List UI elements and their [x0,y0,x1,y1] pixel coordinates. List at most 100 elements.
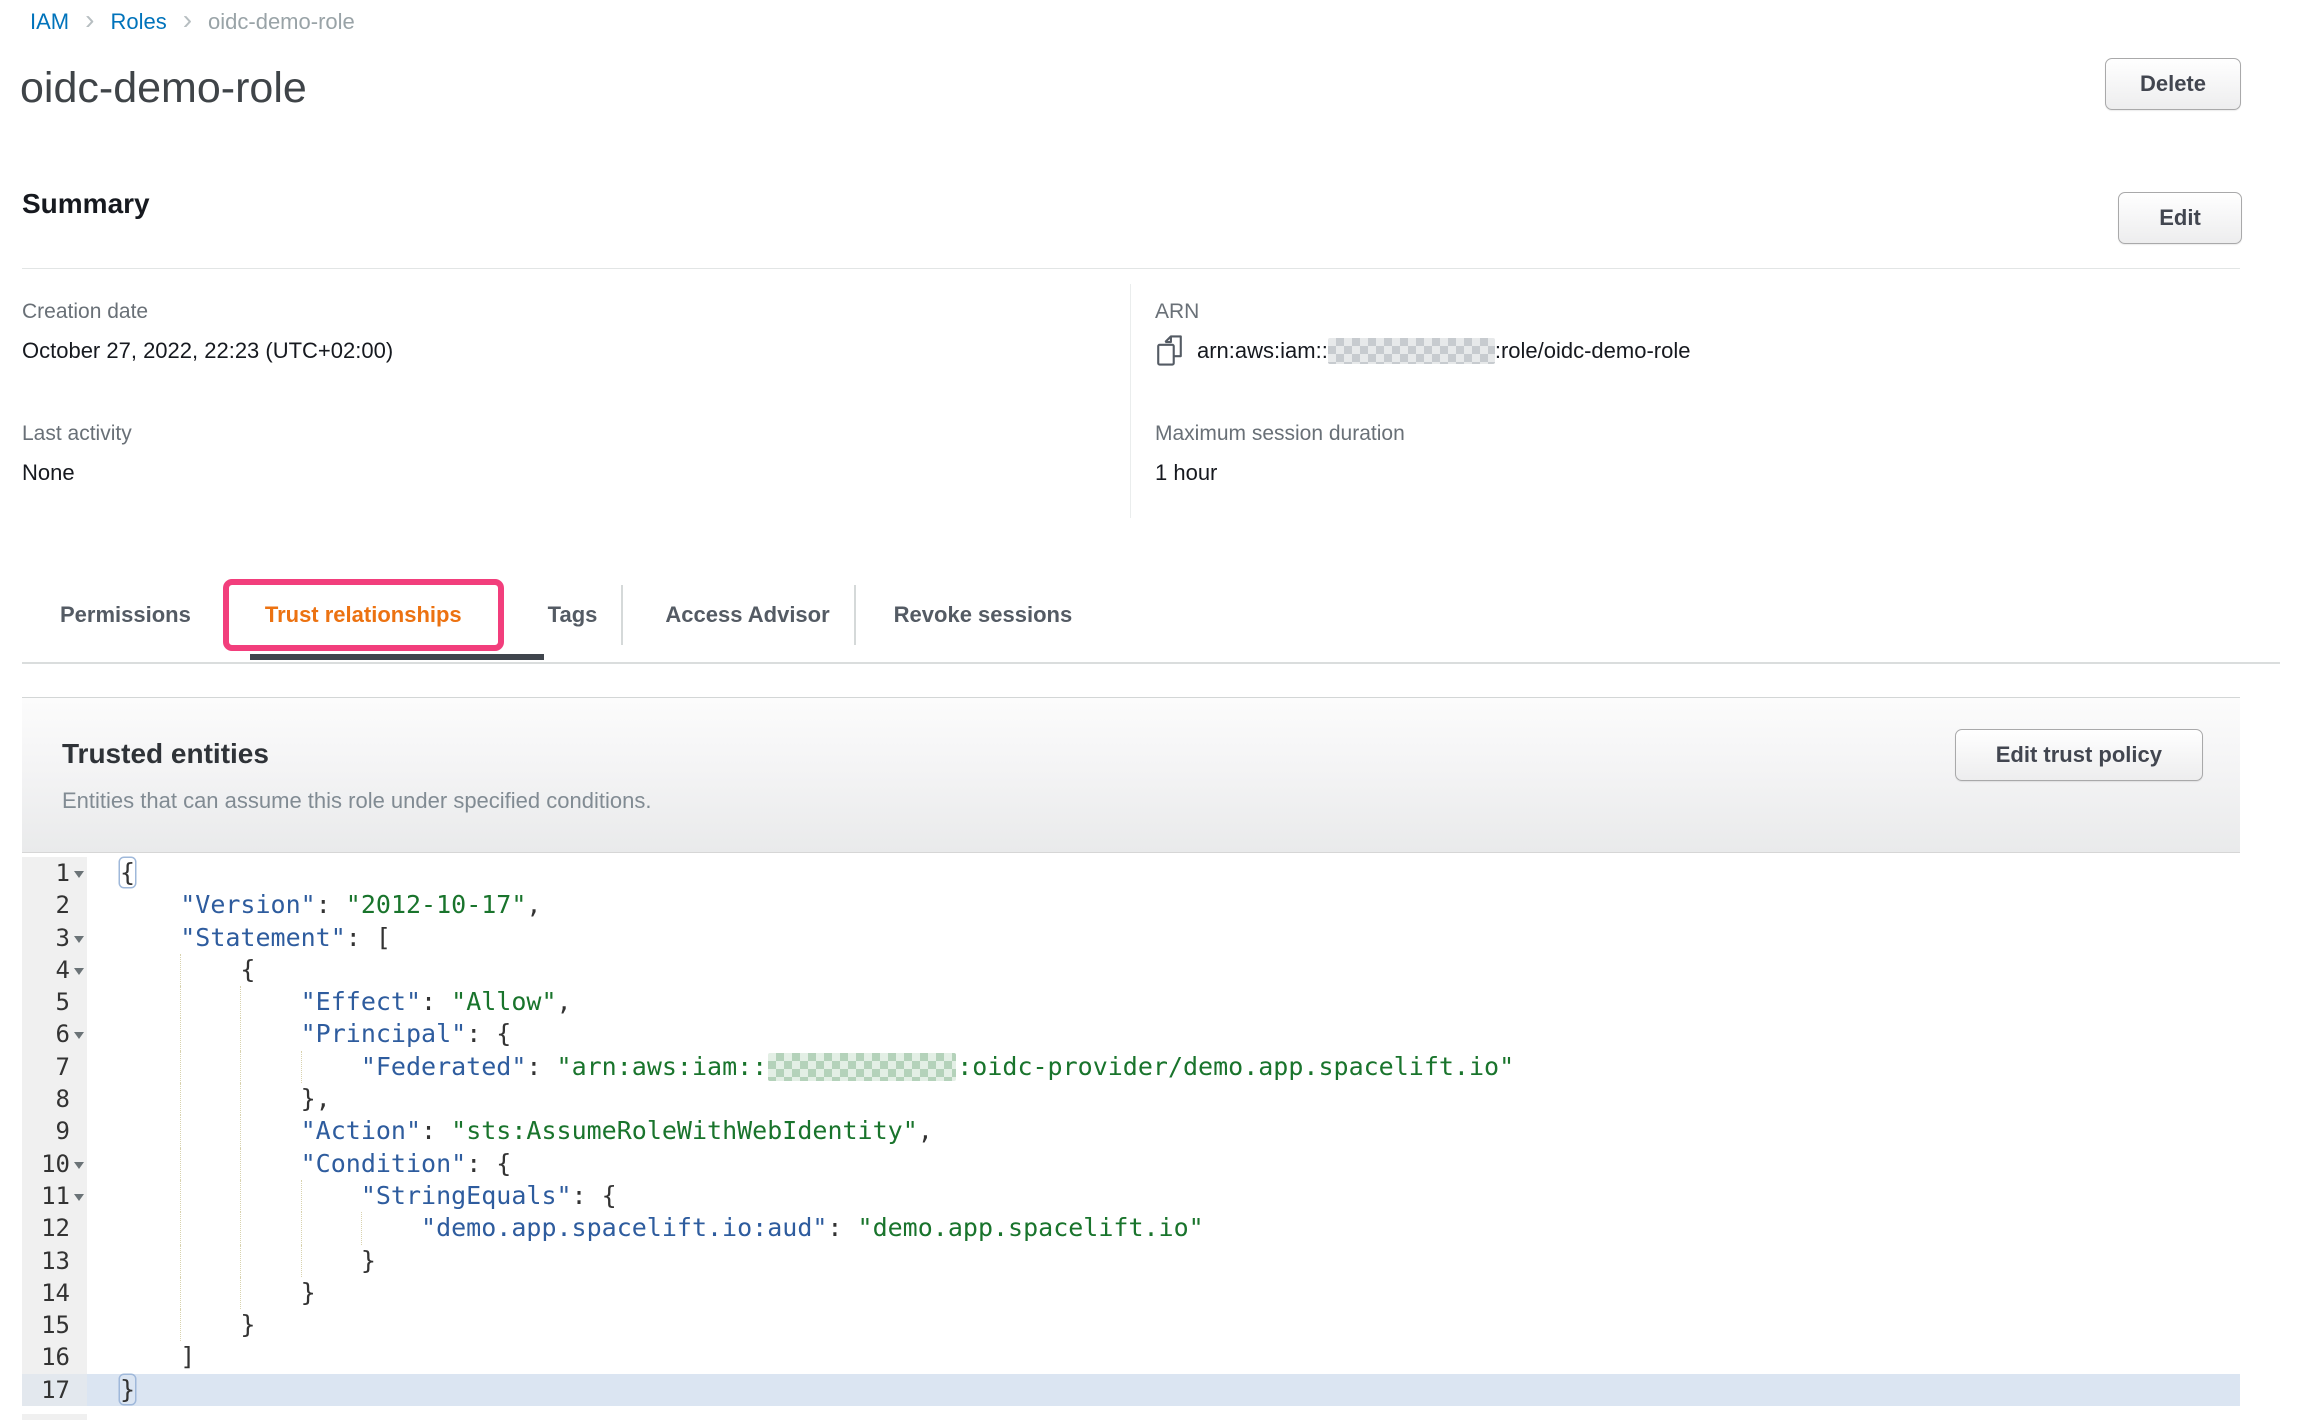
code-content: } [87,1309,2240,1341]
json-key: "Statement" [180,923,346,952]
indent-guide [240,1148,241,1180]
line-number: 3 [22,922,70,954]
indent-guide [240,1115,241,1147]
code-line: 10 "Condition": { [22,1148,2240,1180]
tab-permissions[interactable]: Permissions [38,602,213,628]
gutter-cell: 5 [22,986,87,1018]
gutter-stub [22,1414,2240,1420]
breadcrumb-link-roles[interactable]: Roles [110,9,166,35]
line-number: 1 [22,857,70,889]
fold-arrow-slot [70,1115,87,1147]
json-punctuation: : [526,1052,556,1081]
code-line: 7 "Federated": "arn:aws:iam:::oidc-provi… [22,1051,2240,1083]
copy-icon[interactable] [1155,335,1184,366]
tab-separator [621,585,623,645]
code-line: 12 "demo.app.spacelift.io:aud": "demo.ap… [22,1212,2240,1244]
json-key: "Principal" [301,1019,467,1048]
indent-guide [301,1212,302,1244]
fold-arrow-icon[interactable] [70,857,87,889]
tab-revoke-sessions[interactable]: Revoke sessions [872,602,1095,628]
trusted-entities-panel: Trusted entities Entities that can assum… [22,697,2240,1420]
code-line: 2 "Version": "2012-10-17", [22,889,2240,921]
edit-trust-policy-button[interactable]: Edit trust policy [1955,729,2203,781]
fold-arrow-icon[interactable] [70,922,87,954]
max-session-field: Maximum session duration 1 hour [1155,422,1405,486]
edit-summary-button[interactable]: Edit [2118,192,2242,244]
code-content: "Statement": [ [87,922,2240,954]
indent-guide [180,1018,181,1050]
indent-guide [240,1083,241,1115]
code-content: "Condition": { [87,1148,2240,1180]
annotation-highlight-box: Trust relationships [223,579,504,651]
line-number: 9 [22,1115,70,1147]
indent-guide [180,1212,181,1244]
max-session-value: 1 hour [1155,460,1405,486]
policy-editor[interactable]: 1{2 "Version": "2012-10-17",3 "Statement… [22,854,2240,1420]
gutter-cell: 4 [22,954,87,986]
tab-trust-relationships[interactable]: Trust relationships [265,602,462,628]
code-line: 15 } [22,1309,2240,1341]
arn-field: ARN arn:aws:iam:::role/oidc-demo-role [1155,300,1690,366]
gutter-cell: 2 [22,889,87,921]
last-activity-label: Last activity [22,422,132,446]
indent-guide [240,1051,241,1083]
line-number: 8 [22,1083,70,1115]
code-content: "Effect": "Allow", [87,986,2240,1018]
json-punctuation: : [ [346,923,391,952]
line-number: 14 [22,1277,70,1309]
json-string: "Allow" [451,987,556,1016]
json-punctuation: : [316,890,346,919]
json-key: "Action" [301,1116,421,1145]
redacted-account-id [1328,338,1495,364]
code-line: 14 } [22,1277,2240,1309]
last-activity-value: None [22,460,132,486]
delete-button[interactable]: Delete [2105,58,2241,110]
tab-access-advisor[interactable]: Access Advisor [643,602,851,628]
gutter-cell: 3 [22,922,87,954]
fold-arrow-slot [70,1309,87,1341]
json-punctuation: , [526,890,541,919]
line-number: 4 [22,954,70,986]
summary-divider [22,268,2240,269]
trusted-entities-subtitle: Entities that can assume this role under… [62,788,651,814]
code-content: "Action": "sts:AssumeRoleWithWebIdentity… [87,1115,2240,1147]
fold-arrow-icon[interactable] [70,1180,87,1212]
tab-tags[interactable]: Tags [526,602,620,628]
code-content: ] [87,1341,2240,1373]
json-punctuation: : [827,1213,857,1242]
indent-guide [240,1245,241,1277]
code-line: 3 "Statement": [ [22,922,2240,954]
indent-guide [180,1148,181,1180]
line-number: 2 [22,889,70,921]
indent-guide [180,1277,181,1309]
line-number: 12 [22,1212,70,1244]
line-number: 15 [22,1309,70,1341]
json-string: "arn:aws:iam:: [557,1052,768,1081]
gutter-cell: 6 [22,1018,87,1050]
gutter-cell [22,1414,87,1420]
indent-guide [180,1115,181,1147]
code-line: 17} [22,1374,2240,1406]
breadcrumb: IAM › Roles › oidc-demo-role [30,8,355,36]
fold-arrow-slot [70,1374,87,1406]
summary-column-divider [1130,284,1131,518]
fold-arrow-icon[interactable] [70,1148,87,1180]
code-content: "StringEquals": { [87,1180,2240,1212]
fold-arrow-slot [70,1277,87,1309]
gutter-cell: 11 [22,1180,87,1212]
code-content: "Version": "2012-10-17", [87,889,2240,921]
fold-arrow-icon[interactable] [70,1018,87,1050]
indent-guide [180,1180,181,1212]
json-key: "Effect" [301,987,421,1016]
summary-heading: Summary [22,188,150,220]
breadcrumb-link-iam[interactable]: IAM [30,9,69,35]
line-number: 16 [22,1341,70,1373]
code-line: 8 }, [22,1083,2240,1115]
gutter-cell: 7 [22,1051,87,1083]
indent-guide [240,1180,241,1212]
line-number: 10 [22,1148,70,1180]
fold-arrow-icon[interactable] [70,954,87,986]
line-number: 11 [22,1180,70,1212]
json-punctuation: { [120,858,135,887]
fold-arrow-slot [70,1212,87,1244]
